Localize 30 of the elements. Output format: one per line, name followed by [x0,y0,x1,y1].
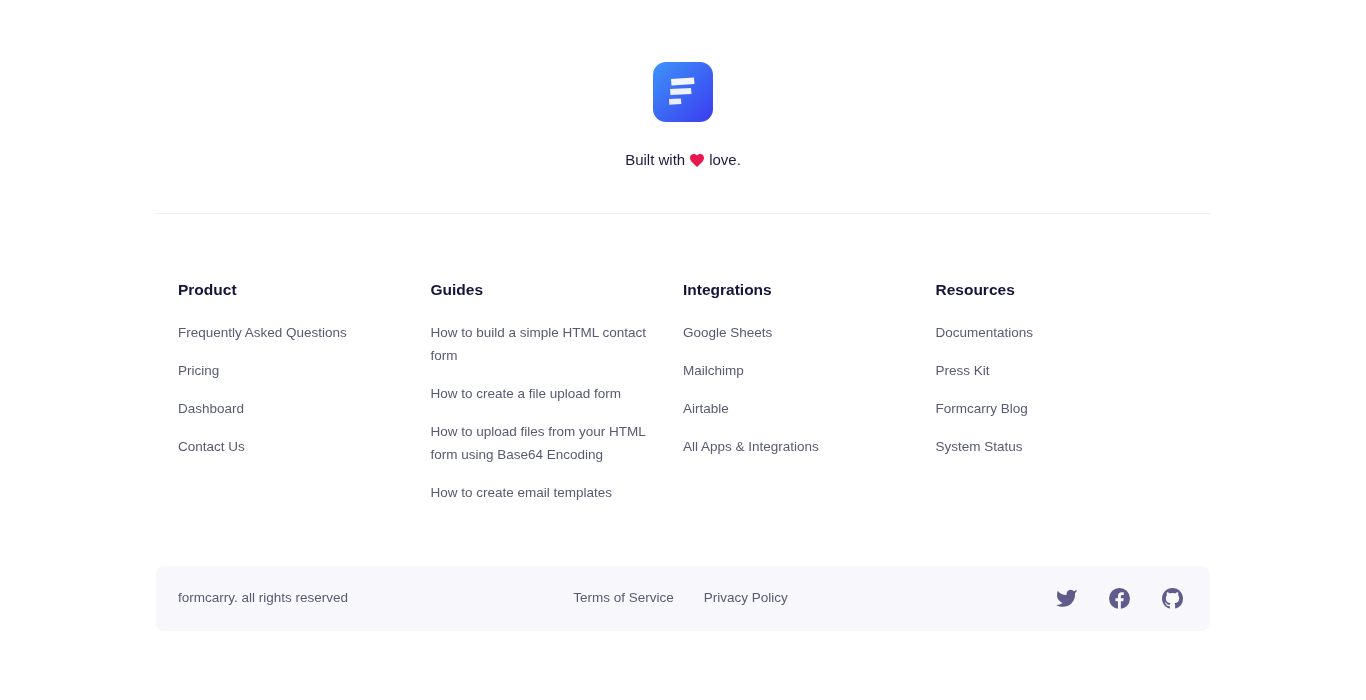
footer-link[interactable]: How to upload files from your HTML form using Base64 Encoding [430,419,663,466]
facebook-icon[interactable] [1109,587,1130,609]
copyright-text: formcarry. all rights reserved [178,589,349,607]
footer-link[interactable]: How to build a simple HTML contact form [430,320,663,367]
tagline-text: love. [709,150,741,170]
footer-link[interactable]: Contact Us [178,434,245,458]
footer-link[interactable]: Google Sheets [683,320,773,344]
legal-link[interactable]: Privacy Policy [703,588,788,608]
footer-link[interactable]: Press Kit [935,358,990,382]
tagline-text: Built with [625,150,686,170]
footer-link[interactable]: Airtable [683,396,729,420]
footer-link[interactable]: System Status [935,434,1023,458]
column-heading: Product [178,280,237,300]
heart-icon [690,153,705,167]
footer-link[interactable]: Formcarry Blog [935,396,1028,420]
footer-link[interactable]: All Apps & Integrations [683,434,819,458]
github-icon[interactable] [1162,587,1183,609]
footer-link[interactable]: Mailchimp [683,358,744,382]
column-heading: Guides [430,280,484,300]
footer-link[interactable]: Pricing [178,358,220,382]
footer-link[interactable]: Documentations [935,320,1034,344]
legal-link[interactable]: Terms of Service [573,588,674,608]
footer-link[interactable]: Dashboard [178,396,245,420]
logo-icon[interactable] [653,62,713,122]
twitter-icon[interactable] [1056,589,1077,607]
footer-link[interactable]: How to create email templates [430,480,613,504]
column-heading: Resources [935,280,1015,300]
footer-link[interactable]: Frequently Asked Questions [178,320,347,344]
column-heading: Integrations [683,280,772,300]
footer-link[interactable]: How to create a file upload form [430,381,622,405]
